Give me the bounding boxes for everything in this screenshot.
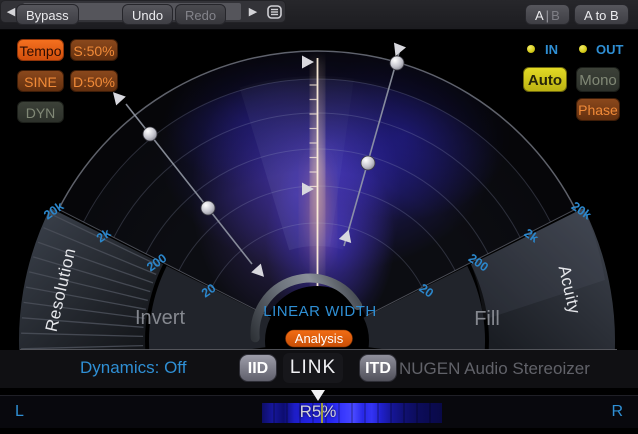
link-button[interactable]: LINK — [283, 353, 343, 383]
footer-row: Dynamics: Off IID LINK ITD NUGEN Audio S… — [0, 350, 638, 388]
d-amount-button[interactable]: D:50% — [70, 70, 118, 92]
s-amount-button[interactable]: S:50% — [70, 39, 118, 61]
pan-right-label: R — [611, 403, 623, 421]
in-label[interactable]: IN — [545, 42, 558, 57]
undo-button[interactable]: Undo — [122, 4, 173, 25]
pan-center-tick — [321, 403, 323, 423]
dyn-button[interactable]: DYN — [17, 101, 64, 123]
out-meter-led — [579, 45, 587, 53]
in-meter-led — [527, 45, 535, 53]
a-to-b-button[interactable]: A to B — [574, 4, 629, 25]
pan-left-label: L — [15, 403, 24, 421]
dynamics-status[interactable]: Dynamics: Off — [80, 358, 186, 378]
phase-button[interactable]: Phase — [576, 98, 620, 121]
brand-text: NUGEN Audio Stereoizer — [399, 359, 590, 379]
redo-button[interactable]: Redo — [175, 4, 226, 25]
tempo-button[interactable]: Tempo — [17, 39, 64, 61]
auto-button[interactable]: Auto — [523, 67, 567, 92]
linear-width-label: LINEAR WIDTH — [263, 303, 377, 320]
itd-button[interactable]: ITD — [359, 354, 397, 382]
iid-button[interactable]: IID — [239, 354, 277, 382]
mono-button[interactable]: Mono — [576, 67, 620, 92]
pan-marker-icon[interactable] — [311, 390, 325, 401]
out-label[interactable]: OUT — [596, 42, 623, 57]
handle-dot[interactable] — [201, 201, 215, 215]
preset-menu-icon[interactable] — [263, 5, 285, 19]
analysis-button[interactable]: Analysis — [286, 330, 353, 347]
title-bar: Bypass Undo Redo ◀ Demo ▶ A|B A to B — [0, 0, 638, 30]
handle-dot[interactable] — [361, 156, 375, 170]
pan-value: R5% — [288, 402, 348, 422]
invert-label: Invert — [135, 307, 185, 329]
preset-next-icon[interactable]: ▶ — [243, 5, 263, 18]
sine-button[interactable]: SINE — [17, 70, 64, 92]
bypass-button[interactable]: Bypass — [16, 4, 79, 25]
fill-label: Fill — [474, 308, 500, 330]
handle-dot[interactable] — [390, 56, 404, 70]
handle-dot[interactable] — [143, 127, 157, 141]
ab-compare-button[interactable]: A|B — [525, 4, 570, 25]
analysis-label: Analysis — [295, 331, 344, 346]
